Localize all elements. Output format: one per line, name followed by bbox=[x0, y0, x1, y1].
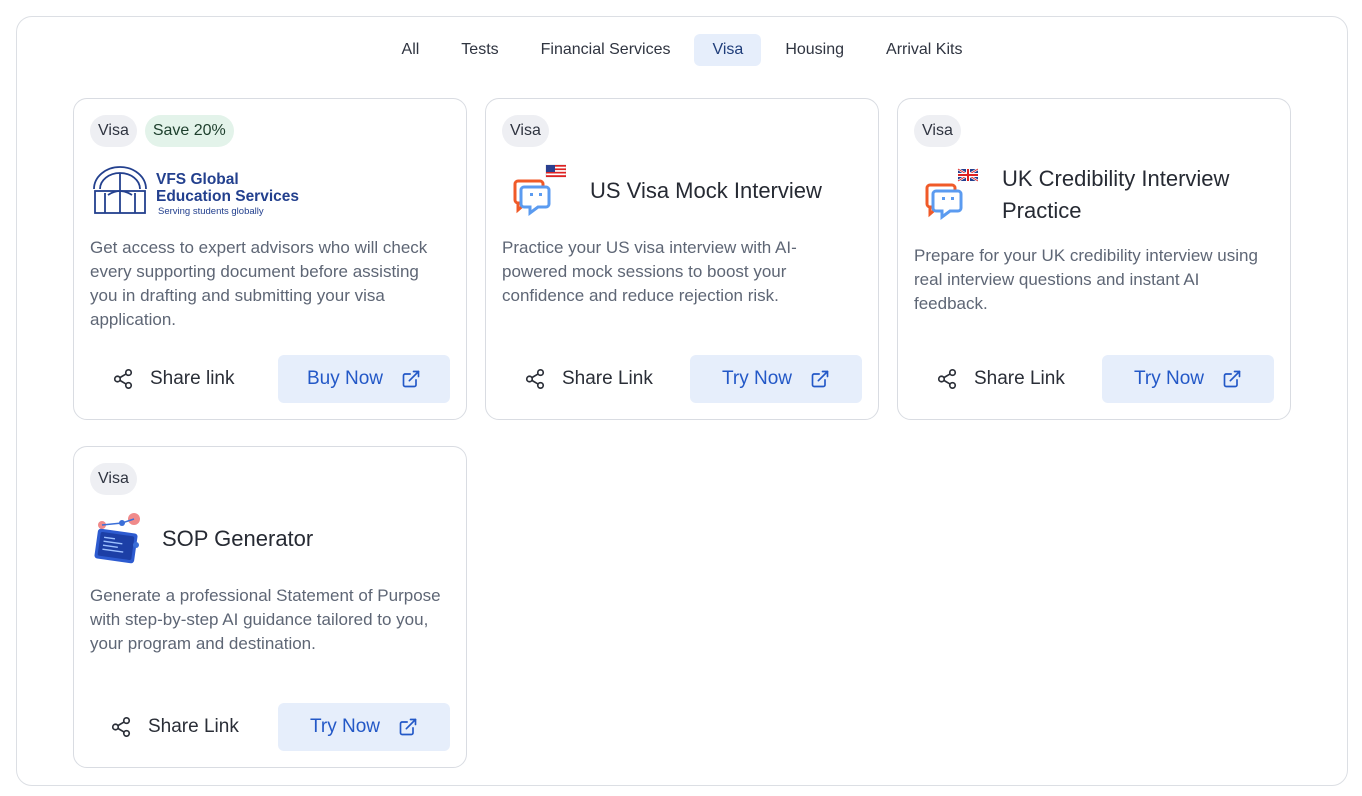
vfs-logo-line1: VFS Global bbox=[156, 171, 239, 188]
external-link-icon bbox=[811, 370, 829, 388]
share-link-button[interactable]: Share Link bbox=[524, 355, 653, 403]
share-icon bbox=[111, 717, 131, 737]
share-link-label: Share Link bbox=[562, 368, 653, 389]
share-link-label: Share link bbox=[150, 368, 235, 389]
chat-bot-us-flag-icon bbox=[513, 164, 566, 216]
try-now-button[interactable]: Try Now bbox=[1102, 355, 1274, 403]
card-title: UK Credibility Interview Practice bbox=[1002, 166, 1230, 223]
buy-now-label: Buy Now bbox=[306, 368, 384, 389]
share-link-button[interactable]: Share Link bbox=[110, 703, 239, 751]
document-generator-icon bbox=[94, 513, 140, 564]
category-tabs: All Tests Financial Services Visa Housin… bbox=[17, 34, 1347, 66]
chat-bot-uk-flag-icon bbox=[925, 167, 978, 220]
external-link-icon bbox=[402, 370, 420, 388]
share-icon bbox=[937, 369, 957, 389]
try-now-label: Try Now bbox=[1133, 368, 1205, 389]
card-description: Generate a professional Statement of Pur… bbox=[90, 586, 441, 653]
share-icon bbox=[525, 369, 545, 389]
category-badge: Visa bbox=[914, 115, 961, 147]
card-description: Get access to expert advisors who will c… bbox=[90, 238, 428, 329]
share-link-button[interactable]: Share Link bbox=[936, 355, 1065, 403]
try-now-button[interactable]: Try Now bbox=[690, 355, 862, 403]
tab-visa[interactable]: Visa bbox=[694, 34, 762, 66]
tab-housing[interactable]: Housing bbox=[767, 34, 862, 66]
tab-arrival-kits[interactable]: Arrival Kits bbox=[868, 34, 980, 66]
card-title: US Visa Mock Interview bbox=[590, 178, 822, 203]
product-card-us-visa: Visa US Visa Mock Interview Practice you… bbox=[485, 98, 879, 420]
category-badge: Visa bbox=[90, 463, 137, 495]
category-badge: Visa bbox=[90, 115, 137, 147]
share-icon bbox=[113, 369, 133, 389]
try-now-label: Try Now bbox=[309, 716, 381, 737]
try-now-label: Try Now bbox=[721, 368, 793, 389]
buy-now-button[interactable]: Buy Now bbox=[278, 355, 450, 403]
tab-financial-services[interactable]: Financial Services bbox=[523, 34, 689, 66]
share-link-label: Share Link bbox=[148, 716, 239, 737]
discount-badge: Save 20% bbox=[144, 115, 234, 147]
product-card-vfs: Visa Save 20% VFS Global Education Servi… bbox=[73, 98, 467, 420]
share-link-label: Share Link bbox=[974, 368, 1065, 389]
card-description: Practice your US visa interview with AI-… bbox=[502, 238, 797, 305]
vfs-logo-tagline: Serving students globally bbox=[158, 206, 264, 217]
tab-all[interactable]: All bbox=[384, 34, 438, 66]
vfs-logo-line2: Education Services bbox=[156, 188, 299, 205]
card-title: SOP Generator bbox=[162, 526, 314, 551]
share-link-button[interactable]: Share link bbox=[112, 355, 235, 403]
product-card-uk-credibility: Visa UK Credibility Interview Practice P… bbox=[897, 98, 1291, 420]
tab-tests[interactable]: Tests bbox=[443, 34, 516, 66]
external-link-icon bbox=[1223, 370, 1241, 388]
external-link-icon bbox=[399, 718, 417, 736]
products-panel: All Tests Financial Services Visa Housin… bbox=[16, 16, 1348, 786]
category-badge: Visa bbox=[502, 115, 549, 147]
product-card-sop-generator: Visa SOP Generator Generate a profession… bbox=[73, 446, 467, 768]
card-description: Prepare for your UK credibility intervie… bbox=[914, 246, 1258, 313]
vfs-logo: VFS Global Education Services Serving st… bbox=[93, 166, 299, 217]
try-now-button[interactable]: Try Now bbox=[278, 703, 450, 751]
